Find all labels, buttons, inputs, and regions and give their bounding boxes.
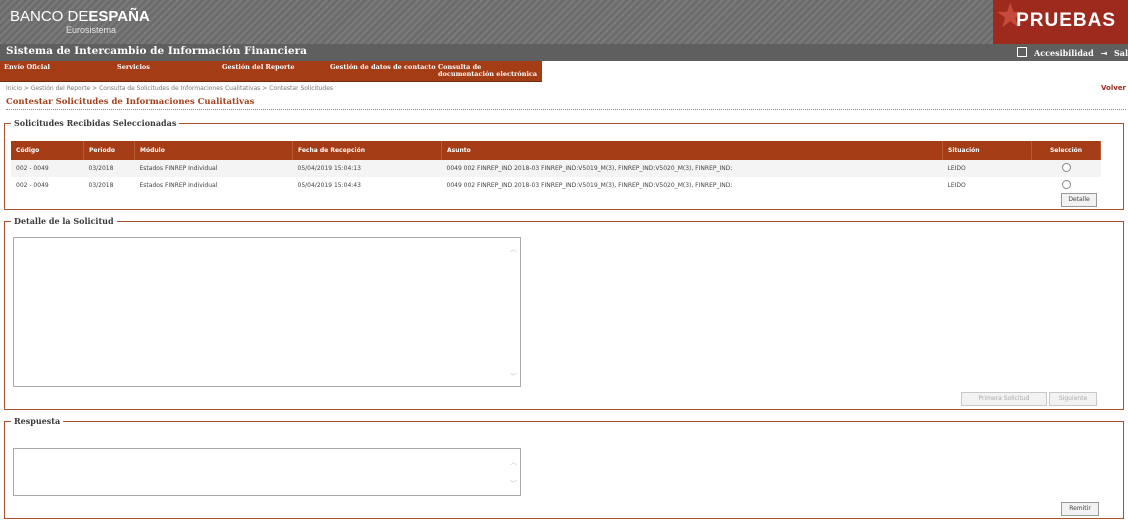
scroll-up-icon[interactable]: ︿ <box>510 244 517 254</box>
cell-codigo: 002 - 0049 <box>11 160 84 177</box>
column-header-codigo[interactable]: Código <box>11 141 84 160</box>
logo-banco-text: BANCO DE <box>10 8 89 25</box>
column-header-asunto[interactable]: Asunto <box>441 141 943 160</box>
solicitudes-legend: Solicitudes Recibidas Seleccionadas <box>11 118 180 128</box>
system-title: Sistema de Intercambio de Información Fi… <box>6 45 307 57</box>
siguiente-button[interactable]: Siguiente <box>1049 392 1097 406</box>
detalle-fieldset: Detalle de la Solicitud ︿ ﹀ Primera Soli… <box>4 216 1124 410</box>
menu-item-servicios[interactable]: Servicios <box>117 64 150 71</box>
cell-codigo: 002 - 0049 <box>11 177 84 194</box>
environment-badge: ★ PRUEBAS <box>993 0 1128 44</box>
menu-item-gestion-contacto[interactable]: Gestión de datos de contacto <box>330 64 436 71</box>
title-divider <box>6 109 1126 110</box>
respuesta-fieldset: Respuesta ︿ ﹀ Remitir <box>4 416 1124 519</box>
respuesta-legend: Respuesta <box>11 416 64 426</box>
column-header-periodo[interactable]: Periodo <box>83 141 135 160</box>
accessibility-link[interactable]: Accesibilidad <box>1034 48 1094 58</box>
column-header-fecha[interactable]: Fecha de Recepción <box>292 141 442 160</box>
cell-situacion: LEIDO <box>942 160 1032 177</box>
exit-link[interactable]: Sal <box>1114 48 1128 58</box>
table-row[interactable]: 002 - 0049 03/2018 Estados FINREP Indivi… <box>11 160 1101 177</box>
scroll-down-icon[interactable]: ﹀ <box>510 372 517 382</box>
table-row[interactable]: 002 - 0049 03/2018 Estados FINREP Indivi… <box>11 177 1101 194</box>
cell-seleccion <box>1031 160 1101 177</box>
logo-espana-text: ESPAÑA <box>88 8 150 25</box>
remitir-button[interactable]: Remitir <box>1061 502 1099 516</box>
menu-item-gestion-reporte[interactable]: Gestión del Reporte <box>222 64 295 71</box>
column-header-seleccion[interactable]: Selección <box>1031 141 1101 160</box>
main-menu: Envío Oficial Servicios Gestión del Repo… <box>0 61 542 82</box>
detalle-textarea[interactable]: ︿ ﹀ <box>13 237 521 387</box>
exit-icon[interactable]: ⇥ <box>1101 48 1108 58</box>
cell-fecha: 05/04/2019 15:04:43 <box>292 177 442 194</box>
cell-periodo: 03/2018 <box>83 160 135 177</box>
volver-link[interactable]: Volver <box>1101 84 1126 92</box>
respuesta-textarea[interactable]: ︿ ﹀ <box>13 448 521 496</box>
detalle-button[interactable]: Detalle <box>1061 193 1097 207</box>
cell-asunto: 0049 002 FINREP_IND 2018-03 FINREP_IND:V… <box>441 160 943 177</box>
cell-fecha: 05/04/2019 15:04:13 <box>292 160 442 177</box>
cell-modulo: Estados FINREP Individual <box>134 177 293 194</box>
logo-subtitle: Eurosistema <box>66 25 117 35</box>
bank-logo[interactable]: BANCO DEESPAÑA <box>10 8 150 25</box>
environment-badge-label: PRUEBAS <box>1016 10 1116 31</box>
page-title: Contestar Solicitudes de Informaciones C… <box>6 97 255 107</box>
breadcrumb[interactable]: Inicio > Gestión del Reporte > Consulta … <box>6 85 333 92</box>
cell-asunto: 0049 002 FINREP_IND 2018-03 FINREP_IND:V… <box>441 177 943 194</box>
select-radio[interactable] <box>1061 180 1071 189</box>
column-header-situacion[interactable]: Situación <box>942 141 1032 160</box>
scroll-up-icon[interactable]: ︿ <box>510 457 517 467</box>
cell-situacion: LEIDO <box>942 177 1032 194</box>
solicitudes-fieldset: Solicitudes Recibidas Seleccionadas Códi… <box>4 118 1124 210</box>
system-links: Accesibilidad ⇥ Sal <box>1013 47 1128 58</box>
accessibility-icon[interactable] <box>1017 47 1028 57</box>
cell-modulo: Estados FINREP Individual <box>134 160 293 177</box>
menu-item-consulta-documentacion[interactable]: Consulta de documentación electrónica <box>438 64 538 78</box>
top-banner: BANCO DEESPAÑA Eurosistema ★ PRUEBAS <box>0 0 1128 44</box>
detalle-legend: Detalle de la Solicitud <box>11 216 117 226</box>
menu-item-envio-oficial[interactable]: Envío Oficial <box>4 64 50 71</box>
system-bar: Sistema de Intercambio de Información Fi… <box>0 44 1128 61</box>
cell-periodo: 03/2018 <box>83 177 135 194</box>
table-header-row: Código Periodo Módulo Fecha de Recepción… <box>11 141 1101 160</box>
cell-seleccion <box>1031 177 1101 194</box>
column-header-modulo[interactable]: Módulo <box>134 141 293 160</box>
scroll-down-icon[interactable]: ﹀ <box>510 479 517 489</box>
solicitudes-table: Código Periodo Módulo Fecha de Recepción… <box>11 141 1101 194</box>
select-radio[interactable] <box>1061 163 1071 172</box>
primera-solicitud-button[interactable]: Primera Solicitud <box>961 392 1047 406</box>
